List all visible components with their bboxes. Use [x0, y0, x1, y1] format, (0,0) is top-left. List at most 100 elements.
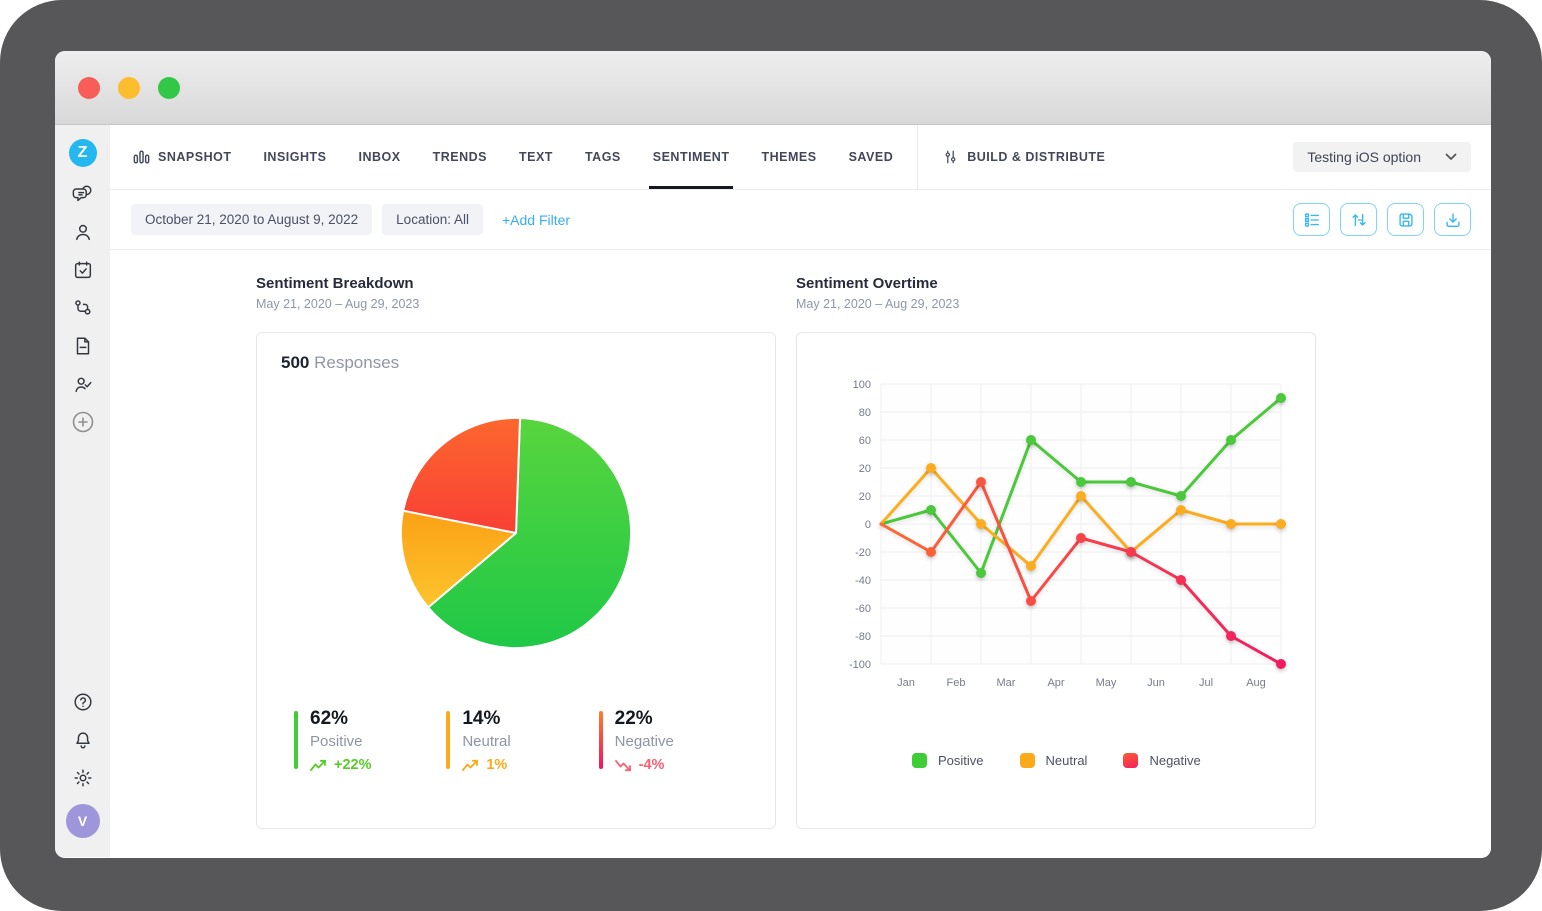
- bar-chart-icon: [133, 148, 150, 166]
- legend-item-neutral: Neutral: [1020, 753, 1088, 768]
- breakdown-title: Sentiment Breakdown: [256, 275, 776, 292]
- positive-delta: +22%: [310, 757, 372, 773]
- negative-label: Negative: [1149, 753, 1200, 768]
- overtime-date-range: May 21, 2020 – Aug 29, 2023: [796, 297, 1316, 311]
- report-actions: [1293, 203, 1471, 236]
- legend-item-positive: Positive: [912, 753, 984, 768]
- save-icon: [1396, 210, 1416, 230]
- window-controls: [78, 77, 180, 99]
- svg-text:Feb: Feb: [947, 677, 966, 689]
- build-distribute-button[interactable]: BUILD & DISTRIBUTE: [926, 125, 1121, 189]
- tasks-calendar-icon[interactable]: [71, 258, 95, 282]
- responses-number: 500: [281, 353, 309, 372]
- sentiment-pie-chart: [398, 415, 634, 656]
- feedback-chat-icon[interactable]: [71, 182, 95, 206]
- svg-text:-40: -40: [855, 575, 871, 587]
- tab-label: THEMES: [761, 150, 816, 164]
- tab-saved[interactable]: SAVED: [833, 125, 910, 189]
- legend-item-positive: 62% Positive +22%: [294, 708, 446, 773]
- workflow-icon[interactable]: [71, 296, 95, 320]
- responses-count: 500 Responses: [281, 353, 751, 373]
- positive-percent: 62%: [310, 708, 372, 730]
- agents-icon[interactable]: [71, 372, 95, 396]
- tab-label: TAGS: [585, 150, 621, 164]
- tab-label: INSIGHTS: [263, 150, 326, 164]
- tab-label: TRENDS: [433, 150, 487, 164]
- help-icon[interactable]: [71, 690, 95, 714]
- tab-label: TEXT: [519, 150, 553, 164]
- user-avatar[interactable]: V: [66, 804, 100, 838]
- add-icon[interactable]: [71, 410, 95, 434]
- nav-divider: [917, 125, 918, 189]
- build-label: BUILD & DISTRIBUTE: [967, 150, 1105, 164]
- svg-text:-20: -20: [855, 547, 871, 559]
- survey-selector-value: Testing iOS option: [1307, 149, 1421, 165]
- positive-swatch: [912, 753, 927, 768]
- trend-down-icon: [615, 759, 632, 772]
- notifications-icon[interactable]: [71, 728, 95, 752]
- contacts-icon[interactable]: [71, 220, 95, 244]
- negative-label: Negative: [615, 733, 674, 750]
- trend-up-icon: [310, 759, 327, 772]
- legend-item-neutral: 14% Neutral 1%: [446, 708, 598, 773]
- survey-selector[interactable]: Testing iOS option: [1293, 142, 1471, 172]
- zonka-logo-icon[interactable]: Z: [69, 139, 97, 167]
- breakdown-legend: 62% Positive +22%: [281, 708, 751, 773]
- svg-text:Apr: Apr: [1047, 677, 1064, 689]
- add-filter-link[interactable]: +Add Filter: [502, 212, 570, 228]
- device-frame: Z: [0, 0, 1542, 911]
- tab-trends[interactable]: TRENDS: [417, 125, 503, 189]
- svg-text:20: 20: [859, 491, 871, 503]
- breakdown-date-range: May 21, 2020 – Aug 29, 2023: [256, 297, 776, 311]
- negative-percent: 22%: [615, 708, 674, 730]
- svg-text:May: May: [1096, 677, 1117, 689]
- legend-item-negative: 22% Negative -4%: [599, 708, 751, 773]
- save-view-button[interactable]: [1387, 203, 1424, 236]
- svg-text:-100: -100: [849, 659, 871, 671]
- neutral-delta: 1%: [462, 757, 510, 773]
- list-view-button[interactable]: [1293, 203, 1330, 236]
- sort-icon: [1349, 210, 1369, 230]
- sort-button[interactable]: [1340, 203, 1377, 236]
- zoom-button[interactable]: [158, 77, 180, 99]
- chevron-down-icon: [1445, 153, 1457, 161]
- close-button[interactable]: [78, 77, 100, 99]
- tab-tags[interactable]: TAGS: [569, 125, 637, 189]
- svg-text:20: 20: [859, 463, 871, 475]
- svg-text:Aug: Aug: [1246, 677, 1266, 689]
- positive-color-bar: [294, 711, 298, 769]
- positive-label: Positive: [938, 753, 984, 768]
- overtime-title: Sentiment Overtime: [796, 275, 1316, 292]
- tab-text[interactable]: TEXT: [503, 125, 569, 189]
- tab-insights[interactable]: INSIGHTS: [247, 125, 342, 189]
- breakdown-card: 500 Responses 62%: [256, 332, 776, 829]
- trend-up-icon: [462, 759, 479, 772]
- tab-label: SNAPSHOT: [158, 150, 231, 164]
- overtime-card: 100806020200-20-40-60-80-100JanFebMarApr…: [796, 332, 1316, 829]
- tab-themes[interactable]: THEMES: [745, 125, 832, 189]
- svg-text:-60: -60: [855, 603, 871, 615]
- positive-label: Positive: [310, 733, 372, 750]
- responses-label: Responses: [314, 353, 399, 372]
- tab-inbox[interactable]: INBOX: [343, 125, 417, 189]
- settings-icon[interactable]: [71, 766, 95, 790]
- neutral-label: Neutral: [1046, 753, 1088, 768]
- svg-text:Jul: Jul: [1199, 677, 1213, 689]
- download-icon: [1443, 210, 1463, 230]
- tab-sentiment[interactable]: SENTIMENT: [637, 125, 746, 189]
- tab-label: SAVED: [849, 150, 894, 164]
- tab-label: SENTIMENT: [653, 150, 730, 164]
- svg-text:80: 80: [859, 407, 871, 419]
- tab-label: INBOX: [359, 150, 401, 164]
- tab-snapshot[interactable]: SNAPSHOT: [117, 125, 247, 189]
- location-filter[interactable]: Location: All: [382, 204, 483, 235]
- legend-item-negative: Negative: [1123, 753, 1200, 768]
- minimize-button[interactable]: [118, 77, 140, 99]
- negative-delta: -4%: [615, 757, 674, 773]
- date-range-filter[interactable]: October 21, 2020 to August 9, 2022: [131, 204, 372, 235]
- svg-text:0: 0: [865, 519, 871, 531]
- download-button[interactable]: [1434, 203, 1471, 236]
- svg-text:Jan: Jan: [897, 677, 915, 689]
- document-icon[interactable]: [71, 334, 95, 358]
- report-tabs-bar: SNAPSHOT INSIGHTS INBOX TRENDS TEXT TAGS…: [110, 125, 1491, 190]
